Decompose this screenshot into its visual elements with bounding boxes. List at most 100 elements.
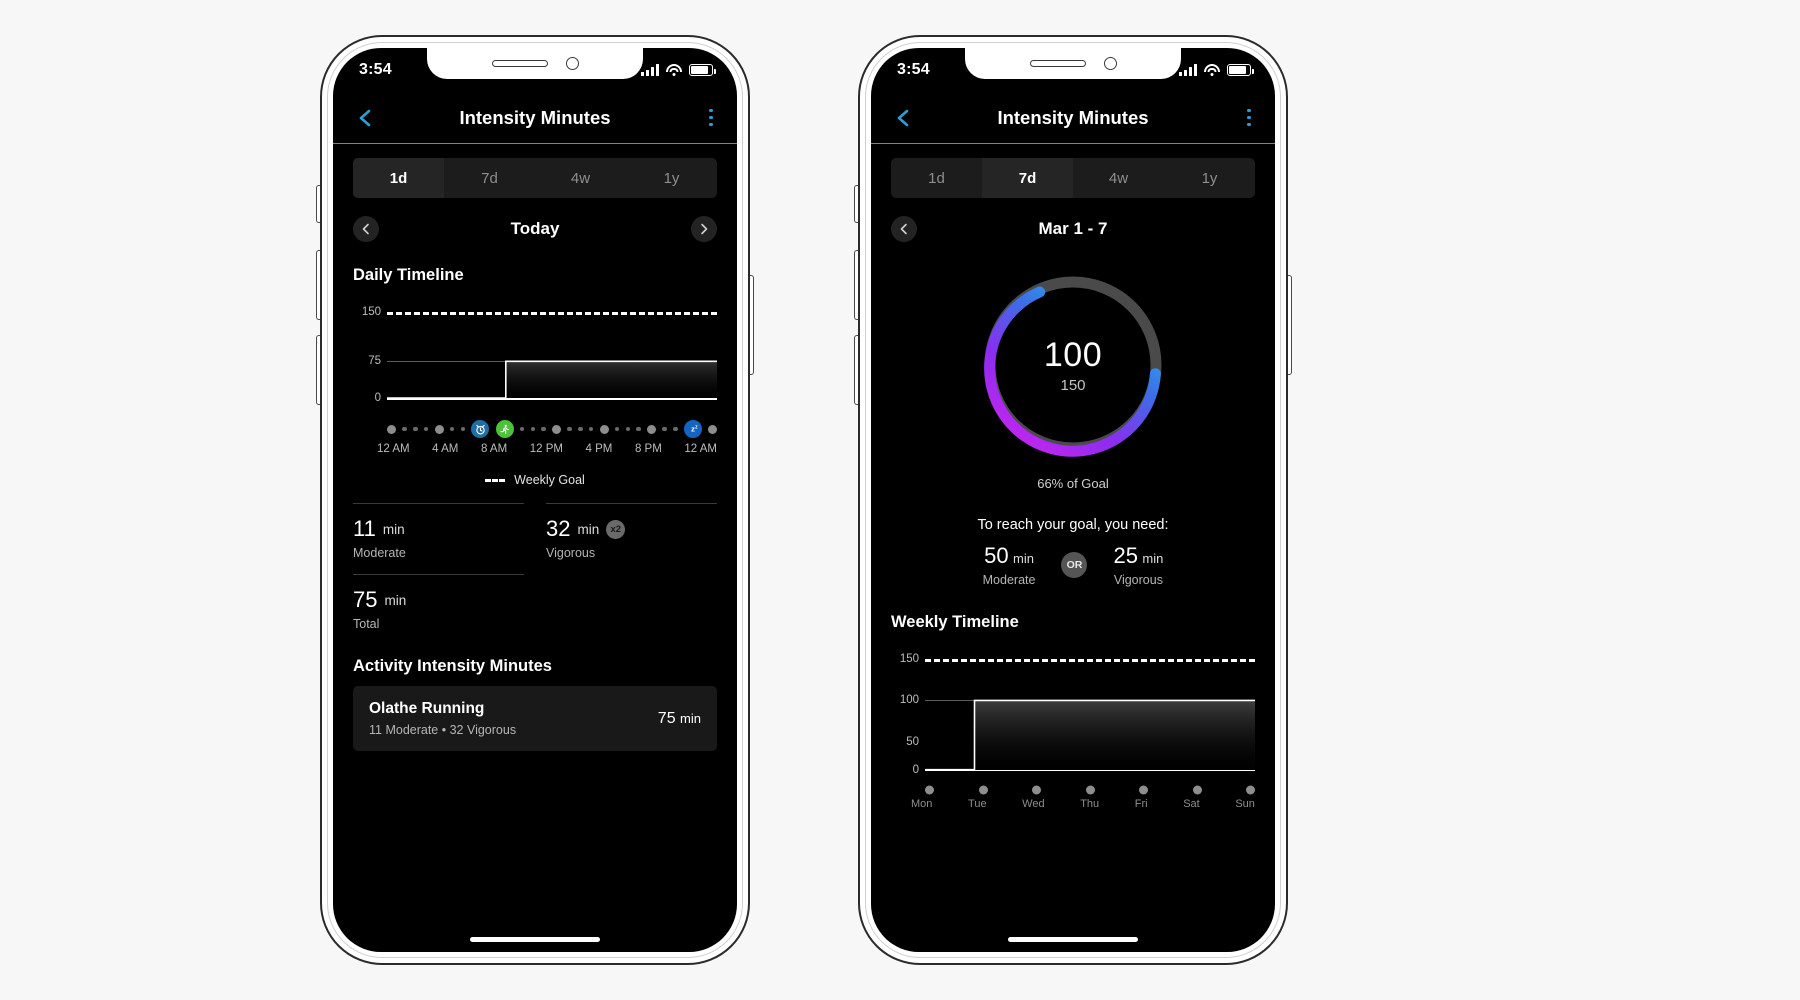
daily-step-series [387,303,717,411]
timeline-dot [662,426,667,432]
tab-1d[interactable]: 1d [353,158,444,198]
volume-down-button[interactable] [316,335,320,405]
tab-1d[interactable]: 1d [891,158,982,198]
stats-row-1: 11 min Moderate 32 min x2 Vigorous [353,503,717,574]
tab-4w[interactable]: 4w [1073,158,1164,198]
date-prev-button[interactable] [353,216,379,242]
volume-down-button[interactable] [854,335,858,405]
front-camera-icon [565,57,579,70]
reach-value-group: 50 min [983,543,1036,569]
silent-switch[interactable] [854,185,858,223]
weekly-x-axis-labels: Mon Tue Wed Thu Fri Sat Sun [911,798,1255,810]
back-chevron-icon[interactable] [355,107,377,129]
sleep-icon[interactable]: zz [683,420,702,438]
alarm-clock-icon[interactable] [471,420,490,438]
phone-screen: 3:54 Intensity Minutes 1d 7d 4w [871,48,1275,952]
y-tick-75: 75 [368,355,381,368]
stat-vigorous-value: 32 [546,516,571,541]
daily-event-timeline: zz [387,419,717,439]
timeline-dot [578,426,583,432]
timeline-dot [647,424,656,434]
x-tick-8pm: 8 PM [634,443,662,455]
donut-center-labels: 100 150 [976,268,1170,462]
range-segmented-control: 1d 7d 4w 1y [353,158,717,198]
nav-bar: Intensity Minutes [871,92,1275,144]
x-tick-sun: Sun [1235,798,1255,810]
x-tick-12pm: 12 PM [529,443,563,455]
battery-icon [1227,64,1254,76]
timeline-dot [460,426,465,432]
x-tick-12am-end: 12 AM [684,443,717,455]
status-icons [1179,64,1254,76]
home-indicator[interactable] [1008,937,1138,942]
activity-value: 75 [657,709,676,727]
timeline-dot [673,426,678,432]
volume-up-button[interactable] [854,250,858,320]
overflow-menu-icon[interactable] [1245,105,1253,131]
timeline-dot [541,426,546,432]
overflow-menu-icon[interactable] [707,105,715,131]
x-tick-sat: Sat [1183,798,1200,810]
page-title: Intensity Minutes [459,106,611,128]
reach-option-moderate: 50 min Moderate [983,543,1036,587]
activity-section-heading: Activity Intensity Minutes [353,657,552,675]
home-indicator[interactable] [470,937,600,942]
wk-y-tick-0: 0 [912,763,919,776]
timeline-dot [519,426,525,432]
timeline-dot [599,424,609,434]
activity-card[interactable]: Olathe Running 11 Moderate • 32 Vigorous… [353,686,717,751]
volume-up-button[interactable] [316,250,320,320]
tab-7d[interactable]: 7d [982,158,1073,198]
date-label: Today [510,219,560,238]
running-icon[interactable] [495,420,514,438]
power-button[interactable] [1288,275,1292,375]
screen-content: 1d 7d 4w 1y Mar 1 - 7 100 150 66% of Goa… [871,144,1275,952]
date-next-button[interactable] [691,216,717,242]
stat-total-value: 75 [353,587,378,612]
back-chevron-icon[interactable] [893,107,915,129]
reach-goal-title: To reach your goal, you need: [977,517,1169,533]
timeline-dot [567,426,572,432]
daily-y-axis: 150 75 0 [353,303,387,411]
activity-text-group: Olathe Running 11 Moderate • 32 Vigorous [369,700,516,737]
tab-1y[interactable]: 1y [1164,158,1255,198]
daily-stats: 11 min Moderate 32 min x2 Vigorous 75 mi… [353,503,717,645]
weekly-dot-row [925,785,1255,795]
timeline-dot [708,424,717,434]
tab-7d[interactable]: 7d [444,158,535,198]
tab-1y[interactable]: 1y [626,158,717,198]
weekly-goal-donut: 100 150 [976,268,1170,462]
reach-vigorous-value: 25 [1113,543,1138,568]
power-button[interactable] [750,275,754,375]
daily-timeline-heading: Daily Timeline [353,266,464,284]
stat-value-group: 75 min [353,587,524,613]
reach-moderate-label: Moderate [982,573,1036,587]
y-tick-0: 0 [374,392,381,405]
wifi-icon [1204,64,1220,76]
date-navigator: Mar 1 - 7 [891,204,1255,254]
date-prev-button[interactable] [891,216,917,242]
earpiece-speaker-icon [491,60,548,67]
day-dot-fri [1139,785,1148,795]
timeline-dot [449,426,455,432]
status-time: 3:54 [897,61,930,78]
silent-switch[interactable] [316,185,320,223]
stat-vigorous-unit: min [577,521,600,537]
reach-vigorous-unit: min [1142,551,1164,566]
phone-daily-view: 3:54 Intensity Minutes 1d 7d 4w 1y Today… [316,35,754,965]
donut-goal: 150 [1060,377,1086,394]
daily-x-axis-labels: 12 AM 4 AM 8 AM 12 PM 4 PM 8 PM 12 AM [377,443,717,455]
y-tick-150: 150 [361,305,381,318]
page-title: Intensity Minutes [997,106,1149,128]
battery-icon [689,64,716,76]
range-segmented-control: 1d 7d 4w 1y [891,158,1255,198]
timeline-dot [530,426,535,432]
tab-4w[interactable]: 4w [535,158,626,198]
phone-screen: 3:54 Intensity Minutes 1d 7d 4w [333,48,737,952]
stat-total: 75 min Total [353,574,524,645]
status-time: 3:54 [359,61,392,78]
timeline-dot [552,424,561,434]
x-tick-wed: Wed [1022,798,1045,810]
daily-event-dots: zz [387,420,717,438]
reach-option-vigorous: 25 min Vigorous [1113,543,1163,587]
